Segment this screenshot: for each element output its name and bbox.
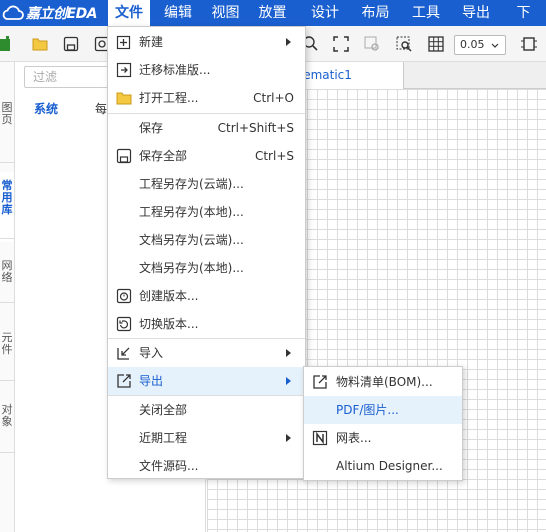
submenu-arrow-icon (286, 377, 291, 385)
menu-item-label: 关闭全部 (139, 403, 188, 417)
menu-item-label: 物料清单(BOM)... (336, 375, 433, 389)
menu-item-save[interactable]: 保存 Ctrl+Shift+S (108, 114, 305, 142)
menu-item-project-save-as-local[interactable]: 工程另存为(本地)... (108, 198, 305, 226)
menu-item-export-altium[interactable]: Altium Designer... (304, 452, 462, 480)
menu-item-export-pdf-image[interactable]: PDF/图片... (304, 396, 462, 424)
menu-item-close-all[interactable]: 关闭全部 (108, 396, 305, 424)
menu-place[interactable]: 放置 (245, 0, 300, 26)
menu-item-export-bom[interactable]: 物料清单(BOM)... (304, 368, 462, 396)
menu-item-label: 工程另存为(本地)... (139, 205, 244, 219)
file-menu: 新建 迁移标准版... 打开工程... Ctrl+O 保存 Ctrl+Shift… (107, 26, 306, 479)
menu-item-label: 切换版本... (139, 317, 199, 331)
submenu-arrow-icon (286, 434, 291, 442)
cloud-logo-icon (2, 5, 24, 20)
vtab-nets[interactable]: 网 络 (0, 260, 14, 284)
subtab-per[interactable]: 每 (95, 100, 107, 117)
migrate-icon (116, 62, 132, 78)
menu-item-recent-projects[interactable]: 近期工程 (108, 424, 305, 452)
menu-design[interactable]: 设计 (300, 0, 350, 26)
netlist-icon (312, 430, 328, 446)
menubar: 嘉立创EDA 文件 编辑 视图 放置 设计 布局 工具 导出 下 (0, 0, 546, 26)
create-version-icon (116, 288, 132, 304)
menu-shortcut: Ctrl+S (254, 149, 294, 163)
menu-item-label: 导出 (139, 374, 164, 388)
new-file-icon (116, 35, 131, 50)
menu-item-label: 工程另存为(云端)... (139, 177, 244, 191)
menu-item-label: 保存全部 (139, 149, 188, 163)
menu-shortcut: Ctrl+O (253, 91, 294, 105)
menu-item-label: 保存 (139, 121, 164, 135)
menu-item-label: 导入 (139, 346, 164, 360)
menu-item-label: Altium Designer... (336, 459, 443, 473)
menu-item-label: PDF/图片... (336, 403, 399, 417)
grid-icon[interactable] (428, 36, 444, 52)
menu-layout[interactable]: 布局 (350, 0, 401, 26)
vtab-common-library[interactable]: 常 用 库 (0, 172, 14, 242)
menu-item-file-source[interactable]: 文件源码... (108, 452, 305, 480)
menu-item-label: 新建 (139, 35, 164, 49)
chip-icon[interactable] (520, 35, 538, 53)
export-icon (117, 374, 131, 388)
menu-item-label: 迁移标准版... (139, 63, 211, 77)
zoom-selection-icon[interactable] (364, 36, 380, 52)
app-name: 嘉立创EDA (26, 6, 98, 22)
save-all-icon (116, 148, 132, 164)
menu-shortcut: Ctrl+Shift+S (217, 121, 294, 135)
submenu-arrow-icon (286, 38, 291, 46)
left-vertical-tabs: 图 页 常 用 库 网 络 元 件 对 象 (0, 62, 15, 532)
menu-export[interactable]: 导出 (451, 0, 501, 26)
menu-item-label: 创建版本... (139, 289, 199, 303)
chevron-down-icon (491, 43, 499, 48)
grid-size-select[interactable]: 0.05 (454, 35, 506, 55)
save-icon[interactable] (63, 36, 79, 52)
menu-item-export[interactable]: 导出 (108, 367, 305, 395)
menu-tools[interactable]: 工具 (401, 0, 451, 26)
menu-item-export-netlist[interactable]: 网表... (304, 424, 462, 452)
menu-edit[interactable]: 编辑 (150, 0, 206, 26)
vtab-sheets[interactable]: 图 页 (0, 102, 14, 126)
menu-file[interactable]: 文件 (108, 0, 150, 26)
menu-item-label: 网表... (336, 431, 372, 445)
app-logo[interactable]: 嘉立创EDA (0, 0, 108, 26)
menu-item-migrate[interactable]: 迁移标准版... (108, 56, 305, 84)
zoom-area-icon[interactable] (396, 36, 412, 52)
new-document-icon[interactable] (0, 36, 16, 52)
open-folder-icon[interactable] (32, 36, 48, 52)
submenu-arrow-icon (286, 349, 291, 357)
menu-more[interactable]: 下 (501, 0, 546, 26)
menu-view[interactable]: 视图 (206, 0, 245, 26)
grid-size-value: 0.05 (460, 38, 485, 51)
vtab-objects[interactable]: 对 象 (0, 404, 14, 428)
menu-item-label: 打开工程... (139, 91, 199, 105)
menu-item-import[interactable]: 导入 (108, 339, 305, 367)
menu-item-label: 文件源码... (139, 459, 199, 473)
switch-version-icon (116, 316, 132, 332)
menu-item-open-project[interactable]: 打开工程... Ctrl+O (108, 84, 305, 112)
menu-item-document-save-as-cloud[interactable]: 文档另存为(云端)... (108, 226, 305, 254)
menu-item-label: 文档另存为(本地)... (139, 261, 244, 275)
menu-item-save-all[interactable]: 保存全部 Ctrl+S (108, 142, 305, 170)
menu-item-switch-version[interactable]: 切换版本... (108, 310, 305, 338)
menu-item-project-save-as-cloud[interactable]: 工程另存为(云端)... (108, 170, 305, 198)
fit-view-icon[interactable] (333, 36, 349, 52)
menu-item-document-save-as-local[interactable]: 文档另存为(本地)... (108, 254, 305, 282)
export-submenu: 物料清单(BOM)... PDF/图片... 网表... Altium Desi… (303, 366, 463, 481)
menu-item-create-version[interactable]: 创建版本... (108, 282, 305, 310)
import-icon (117, 347, 130, 360)
vtab-components[interactable]: 元 件 (0, 332, 14, 356)
subtab-system[interactable]: 系统 (34, 100, 58, 117)
folder-icon (116, 92, 132, 105)
menu-item-label: 文档另存为(云端)... (139, 233, 244, 247)
bom-export-icon (313, 375, 327, 389)
menu-item-label: 近期工程 (139, 431, 188, 445)
menu-item-new[interactable]: 新建 (108, 28, 305, 56)
